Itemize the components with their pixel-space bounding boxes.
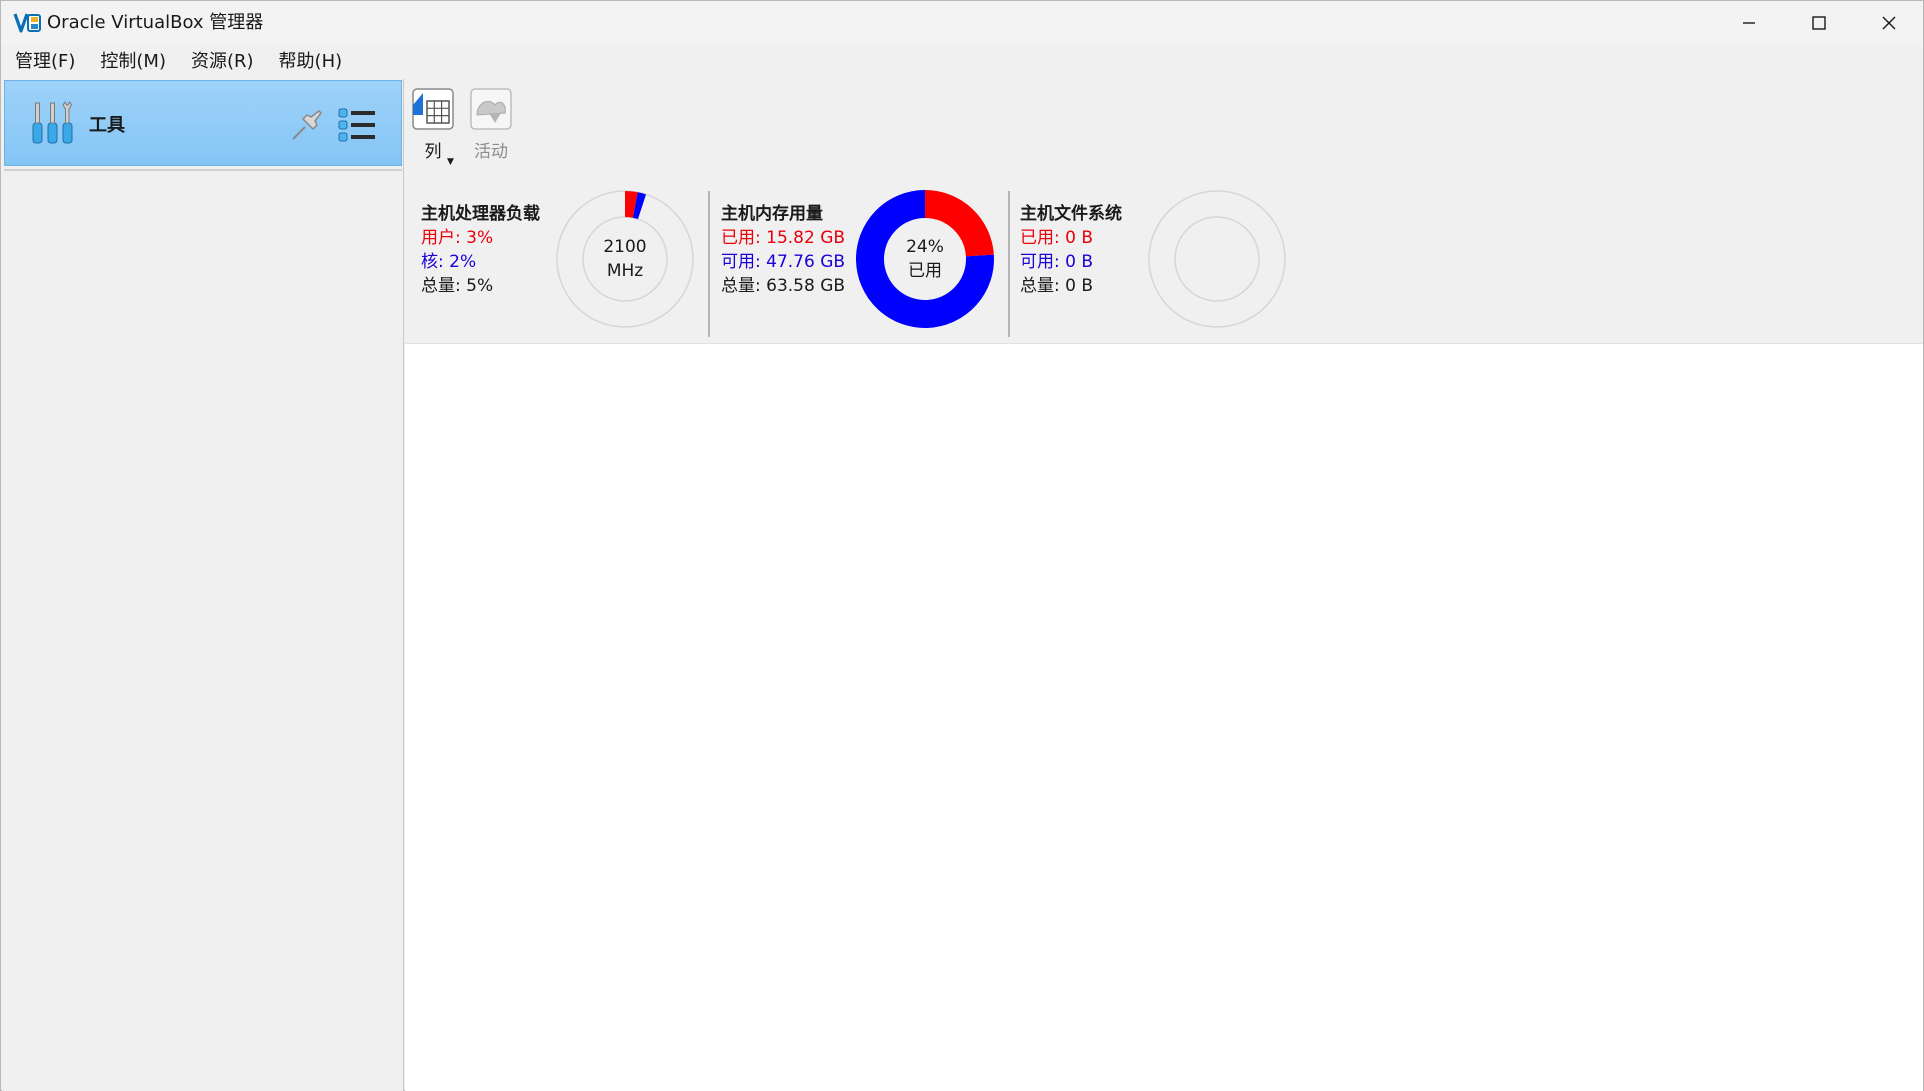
- close-icon: [1882, 16, 1896, 30]
- columns-button[interactable]: 列 ▼: [407, 85, 459, 167]
- tools-label: 工具: [89, 115, 125, 136]
- virtualbox-logo-icon: [13, 13, 41, 33]
- minimize-button[interactable]: [1714, 1, 1784, 45]
- filesystem-title: 主机文件系统: [1020, 204, 1122, 224]
- title-bar: Oracle VirtualBox 管理器: [1, 1, 1923, 45]
- metric-divider: [708, 191, 710, 337]
- machine-sidebar: 工具: [2, 79, 404, 1091]
- memory-center-text: 24% 已用: [855, 235, 995, 283]
- resource-monitor-pane: 列 ▼ 活动 主机处理器负载 用户: 3% 核: 2% 总量: 5% 2100: [405, 79, 1923, 1091]
- menu-help[interactable]: 帮助(H): [269, 45, 353, 79]
- memory-used: 已用: 15.82 GB: [721, 228, 846, 248]
- cpu-user: 用户: 3%: [421, 228, 494, 248]
- menu-manage[interactable]: 管理(F): [5, 45, 85, 79]
- host-resource-strip: 主机处理器负载 用户: 3% 核: 2% 总量: 5% 2100 MHz 主机内…: [405, 177, 1923, 343]
- close-button[interactable]: [1854, 1, 1924, 45]
- cpu-user-slice: [624, 191, 638, 218]
- menu-control[interactable]: 控制(M): [90, 45, 176, 79]
- menu-resources[interactable]: 资源(R): [181, 45, 264, 79]
- cpu-title: 主机处理器负载: [421, 204, 540, 224]
- maximize-button[interactable]: [1784, 1, 1854, 45]
- activity-label: 活动: [474, 142, 508, 162]
- filesystem-donut-ring: [1149, 191, 1285, 327]
- sidebar-item-tools[interactable]: 工具: [4, 80, 402, 166]
- window-title: Oracle VirtualBox 管理器: [47, 12, 264, 33]
- sidebar-divider: [4, 169, 402, 171]
- memory-center-unit: 已用: [908, 261, 942, 281]
- filesystem-donut-chart: [1148, 190, 1286, 328]
- virtualbox-manager-window: Oracle VirtualBox 管理器 管理(F) 控制(M) 资源(R) …: [0, 0, 1924, 1091]
- filesystem-total: 总量: 0 B: [1020, 276, 1094, 296]
- chevron-down-icon: ▼: [447, 157, 454, 167]
- cpu-kernel: 核: 2%: [421, 252, 477, 272]
- memory-center-value: 24%: [906, 237, 944, 257]
- cpu-kernel-slice: [632, 192, 647, 220]
- memory-free: 可用: 47.76 GB: [721, 252, 846, 272]
- filesystem-free: 可用: 0 B: [1020, 252, 1094, 272]
- pin-icon[interactable]: [287, 103, 329, 145]
- metric-divider: [1008, 191, 1010, 337]
- filesystem-used: 已用: 0 B: [1020, 228, 1094, 248]
- tools-icon: [32, 101, 73, 144]
- cpu-total: 总量: 5%: [421, 276, 494, 296]
- activity-icon: [470, 88, 512, 130]
- menu-bar: 管理(F) 控制(M) 资源(R) 帮助(H): [1, 45, 1923, 79]
- list-view-icon[interactable]: [337, 105, 377, 145]
- maximize-icon: [1812, 16, 1826, 30]
- memory-title: 主机内存用量: [721, 204, 823, 224]
- main-content-area: [405, 343, 1923, 1091]
- activity-button[interactable]: 活动: [465, 85, 517, 165]
- cpu-center-text: 2100 MHz: [555, 235, 695, 283]
- donut-inner-edge: [1174, 216, 1260, 302]
- cpu-center-value: 2100: [603, 237, 647, 257]
- cpu-center-unit: MHz: [606, 261, 644, 281]
- minimize-icon: [1743, 22, 1755, 24]
- columns-icon: [412, 88, 454, 130]
- memory-total: 总量: 63.58 GB: [721, 276, 846, 296]
